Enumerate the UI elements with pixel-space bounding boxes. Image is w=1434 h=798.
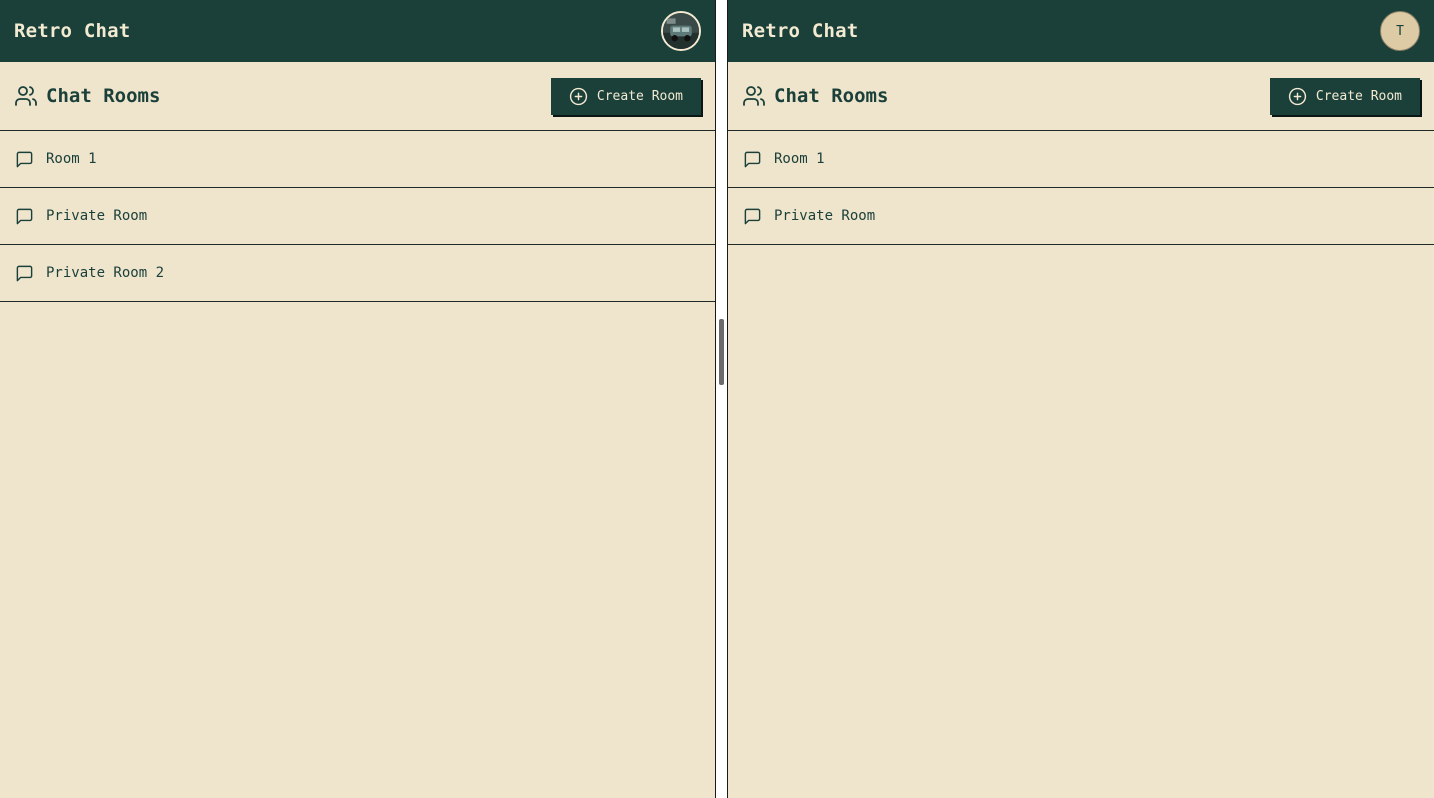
room-name: Private Room [46,208,148,224]
plus-circle-icon [569,87,588,105]
message-square-icon [16,208,33,224]
app-title: Retro Chat [742,20,859,42]
app-header: Retro Chat [0,0,715,62]
plus-circle-icon [1288,87,1307,105]
message-square-icon [16,151,33,167]
room-name: Private Room 2 [46,265,165,281]
room-list: Room 1 Private Room Private Room 2 [0,131,715,302]
room-list: Room 1 Private Room [728,131,1434,245]
room-name: Room 1 [774,151,825,167]
room-name: Private Room [774,208,876,224]
divider-drag-handle[interactable] [719,319,724,385]
room-item-room-1[interactable]: Room 1 [728,131,1434,188]
right-chat-window: Retro Chat T Chat Rooms Create Room Room… [728,0,1434,798]
create-room-label: Create Room [596,88,683,104]
rooms-heading: Chat Rooms [742,84,888,108]
avatar-initial: T [1396,23,1404,39]
rooms-heading: Chat Rooms [14,84,160,108]
divider-border-left [715,0,716,798]
users-icon [15,86,37,106]
room-item-room-1[interactable]: Room 1 [0,131,715,188]
message-square-icon [16,265,33,281]
user-avatar[interactable] [661,11,701,51]
user-avatar[interactable]: T [1380,11,1420,51]
create-room-button[interactable]: Create Room [550,77,701,115]
app-header: Retro Chat T [728,0,1434,62]
split-view: Retro Chat Chat Rooms Create Room Room 1… [0,0,1434,798]
rooms-toolbar: Chat Rooms Create Room [728,62,1434,131]
avatar-photo-icon [663,13,699,49]
room-name: Room 1 [46,151,97,167]
create-room-button[interactable]: Create Room [1269,77,1420,115]
users-icon [743,86,765,106]
create-room-label: Create Room [1315,88,1402,104]
room-item-private-room-2[interactable]: Private Room 2 [0,245,715,302]
message-square-icon [744,151,761,167]
app-title: Retro Chat [14,20,131,42]
rooms-toolbar: Chat Rooms Create Room [0,62,715,131]
room-item-private-room[interactable]: Private Room [0,188,715,245]
left-chat-window: Retro Chat Chat Rooms Create Room Room 1… [0,0,715,798]
message-square-icon [744,208,761,224]
rooms-heading-label: Chat Rooms [774,85,889,107]
room-item-private-room[interactable]: Private Room [728,188,1434,245]
rooms-heading-label: Chat Rooms [46,85,161,107]
